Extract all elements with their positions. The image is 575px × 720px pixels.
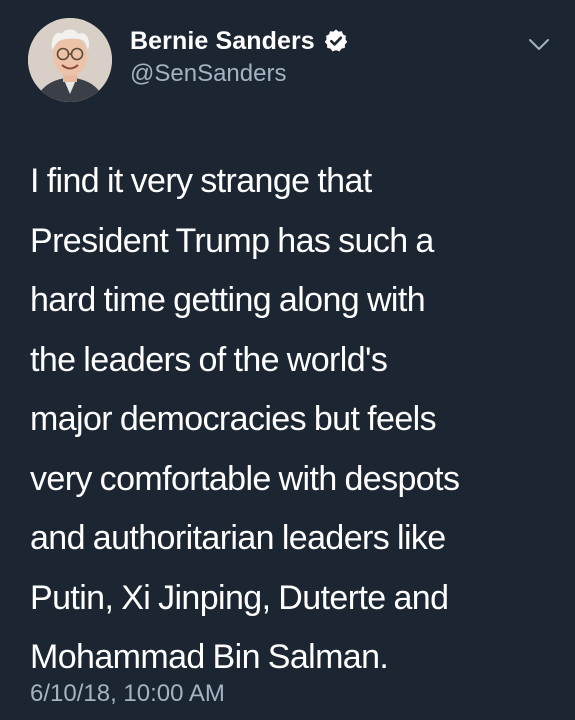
tweet-header: Bernie Sanders @SenSanders — [130, 24, 349, 88]
tweet-text: I find it very strange that President Tr… — [30, 162, 460, 676]
author-display-name[interactable]: Bernie Sanders — [130, 27, 315, 56]
chevron-down-icon[interactable] — [525, 34, 553, 54]
author-handle[interactable]: @SenSanders — [130, 60, 349, 88]
avatar-image — [28, 18, 112, 102]
tweet-timestamp[interactable]: 6/10/18, 10:00 AM — [30, 680, 225, 708]
avatar[interactable] — [28, 18, 112, 102]
tweet-card: Bernie Sanders @SenSanders I find it ver… — [0, 0, 575, 720]
name-row: Bernie Sanders — [130, 24, 349, 58]
verified-badge-icon — [323, 28, 349, 54]
